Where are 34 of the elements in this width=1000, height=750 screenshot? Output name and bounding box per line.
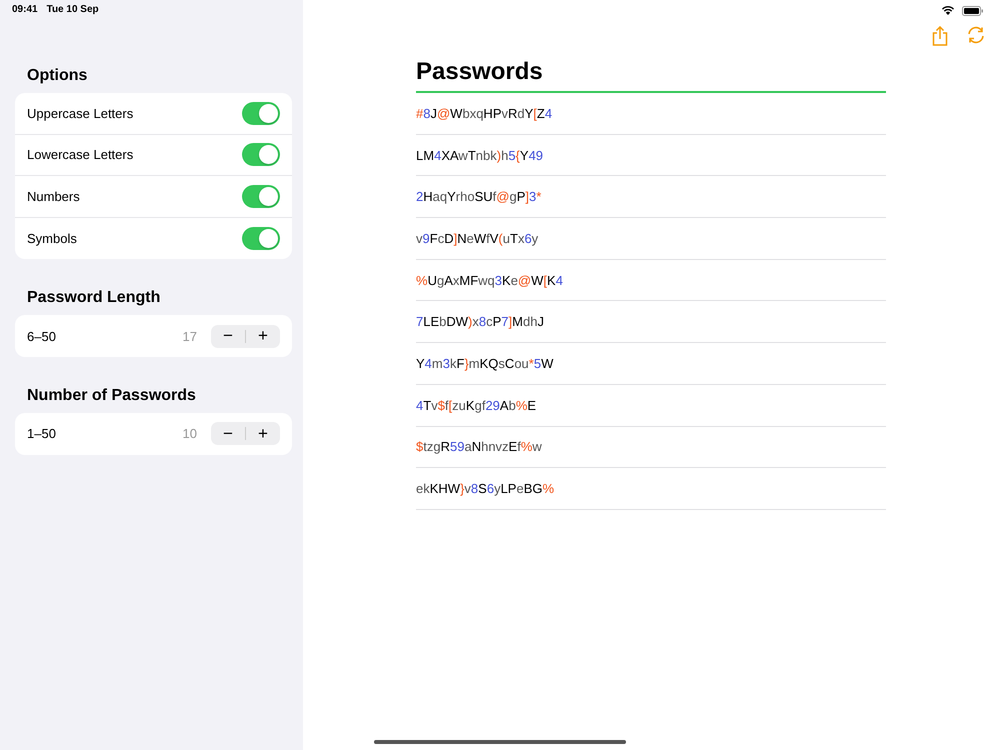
status-date: Tue 10 Sep [46, 4, 99, 17]
toggle-switch[interactable] [242, 143, 280, 166]
stepper-value: 17 [182, 328, 197, 344]
range-label: 1–50 [27, 426, 57, 442]
battery-icon [962, 6, 984, 16]
wifi-icon [942, 6, 954, 15]
decrement-button[interactable]: − [211, 324, 245, 348]
section-title: Number of Passwords [26, 386, 197, 406]
password-text: %UgAxMFwq3Ke@W[K4 [416, 272, 563, 288]
toggle-switch[interactable] [242, 184, 280, 208]
option-label: Symbols [27, 231, 78, 246]
toggle-switch[interactable] [242, 102, 280, 125]
decrement-button[interactable]: − [211, 422, 245, 446]
password-text: 2HaqYrhoSUf@gP]3* [416, 189, 542, 204]
password-text: #8J@WbxqHPvRdY[Z4 [416, 106, 552, 121]
toggle-switch[interactable] [242, 227, 280, 250]
password-text: v9FcD]NeWfV(uTx6y [416, 230, 538, 246]
password-text: 4Tv$f[zuKgf29Ab%E [416, 398, 536, 413]
password-text: 7LEbDW)x8cP7]MdhJ [416, 314, 544, 330]
option-label: Uppercase Letters [27, 106, 134, 121]
password-text: Y4m3kF}mKQsCou*5W [416, 356, 554, 371]
range-label: 6–50 [27, 328, 57, 344]
page-title: Passwords [416, 58, 886, 93]
password-text: $tzgR59aNhnvzEf%w [416, 439, 542, 454]
password-text: LM4XAwTnbk)h5{Y49 [416, 148, 544, 163]
section-title: Options [26, 66, 88, 86]
increment-button[interactable]: + [246, 324, 280, 348]
status-time: 09:41 [12, 4, 38, 17]
increment-button[interactable]: + [246, 422, 280, 446]
option-label: Lowercase Letters [27, 147, 134, 162]
section-title: Password Length [26, 288, 162, 308]
option-label: Numbers [27, 188, 81, 204]
stepper-value: 10 [182, 426, 197, 442]
password-text: ekKHW}v8S6yLPeBG% [416, 481, 554, 496]
